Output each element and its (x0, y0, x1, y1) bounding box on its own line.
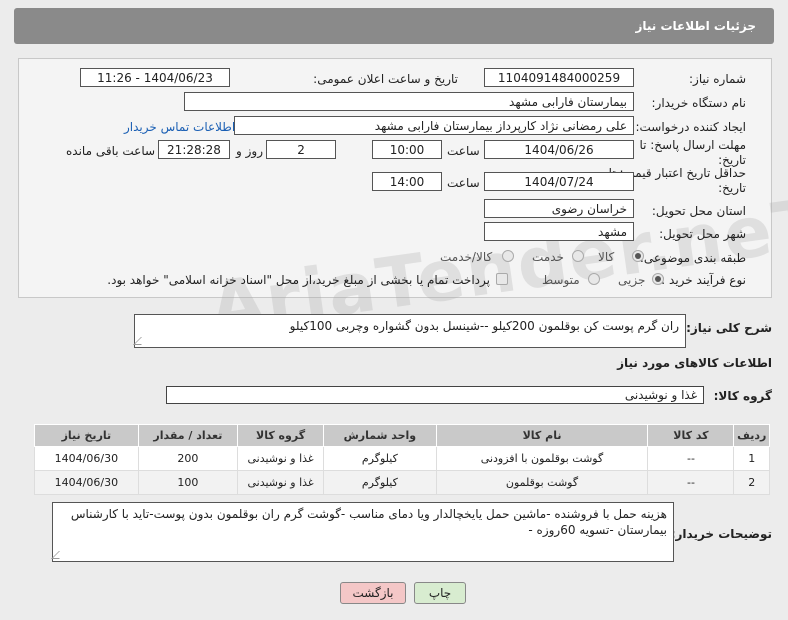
col-header-code: کد کالا (647, 424, 735, 447)
print-button[interactable]: چاپ (414, 582, 466, 604)
page-header: جزئیات اطلاعات نیاز (14, 8, 774, 44)
creator-field[interactable]: علی رمضانی نژاد کارپرداز بیمارستان فاراب… (234, 116, 634, 135)
buyer-org-field[interactable]: بیمارستان فارابی مشهد (184, 92, 634, 111)
cell-name: گوشت بوقلمون (435, 470, 649, 495)
remaining-time-field[interactable]: 21:28:28 (158, 140, 230, 159)
description-textarea[interactable]: ران گرم پوست کن بوقلمون 200کیلو --شینسل … (133, 314, 686, 348)
description-text: ران گرم پوست کن بوقلمون 200کیلو --شینسل … (289, 319, 679, 333)
buyer-org-label: نام دستگاه خریدار: (651, 96, 747, 110)
page-title: جزئیات اطلاعات نیاز (635, 19, 756, 33)
remaining-label: ساعت باقی مانده (66, 144, 156, 158)
col-header-group: گروه کالا (237, 424, 325, 447)
category-option-goods: کالا (598, 250, 615, 264)
province-field[interactable]: خراسان رضوی (484, 199, 634, 218)
resize-grip-icon[interactable] (133, 337, 149, 345)
cell-group: غذا و نوشیدنی (237, 446, 325, 471)
days-field[interactable]: 2 (266, 140, 336, 159)
back-button[interactable]: بازگشت (340, 582, 406, 604)
buyer-notes-text: هزینه حمل با فروشنده -ماشین حمل یایخچالد… (70, 507, 667, 537)
province-label: استان محل تحویل: (651, 204, 746, 218)
payment-note: پرداخت تمام یا بخشی از مبلغ خرید،از محل … (107, 273, 490, 287)
need-number-field[interactable]: 1104091484000259 (484, 68, 634, 87)
process-radio-minor[interactable] (652, 273, 664, 285)
col-header-row-number: ردیف (733, 424, 770, 447)
category-radio-goods[interactable] (632, 250, 644, 262)
category-option-service: خدمت (532, 250, 564, 264)
col-header-qty: تعداد / مقدار (137, 424, 239, 447)
resize-grip-icon[interactable] (51, 551, 67, 559)
need-number-label: شماره نیاز: (689, 72, 746, 86)
cell-code: -- (647, 446, 735, 471)
process-radio-medium[interactable] (588, 273, 600, 285)
category-option-goods-service: کالا/خدمت (440, 250, 493, 264)
process-option-minor: جزیی (618, 273, 646, 287)
buyer-notes-label: توضیحات خریدار: (670, 527, 772, 541)
description-label: شرح کلی نیاز: (686, 321, 772, 335)
announce-label: تاریخ و ساعت اعلان عمومی: (313, 72, 458, 86)
cell-code: -- (647, 470, 735, 495)
table-row[interactable]: 2 -- گوشت بوقلمون کیلوگرم غذا و نوشیدنی … (34, 470, 770, 495)
col-header-name: نام کالا (435, 424, 649, 447)
cell-date: 1404/06/30 (34, 446, 139, 471)
process-option-medium: متوسط (542, 273, 580, 287)
items-table: ردیف کد کالا نام کالا واحد شمارش گروه کا… (34, 424, 770, 495)
group-label: گروه کالا: (713, 389, 772, 403)
category-radio-service[interactable] (572, 250, 584, 262)
city-label: شهر محل تحویل: (659, 227, 746, 241)
cell-name: گوشت بوقلمون با افزودنی (435, 446, 649, 471)
category-radio-goods-service[interactable] (502, 250, 514, 262)
creator-label: ایجاد کننده درخواست: (635, 120, 746, 134)
days-and-label: روز و (236, 144, 263, 158)
group-field[interactable]: غذا و نوشیدنی (166, 386, 704, 404)
cell-date: 1404/06/30 (34, 470, 139, 495)
cell-group: غذا و نوشیدنی (237, 470, 325, 495)
col-header-unit: واحد شمارش (323, 424, 437, 447)
price-time-field[interactable]: 14:00 (372, 172, 442, 191)
cell-qty: 200 (137, 446, 239, 471)
price-time-label: ساعت (447, 176, 480, 190)
payment-checkbox[interactable] (496, 273, 508, 285)
announce-field[interactable]: 1404/06/23 - 11:26 (80, 68, 230, 87)
price-date-field[interactable]: 1404/07/24 (484, 172, 634, 191)
col-header-date: تاریخ نیاز (34, 424, 139, 447)
cell-qty: 100 (137, 470, 239, 495)
cell-unit: کیلوگرم (323, 470, 437, 495)
process-label: نوع فرآیند خرید : (661, 273, 746, 287)
reply-deadline-label: مهلت ارسال پاسخ: تا تاریخ: (639, 138, 746, 167)
buyer-notes-textarea[interactable]: هزینه حمل با فروشنده -ماشین حمل یایخچالد… (51, 502, 674, 562)
contact-info-link[interactable]: اطلاعات تماس خریدار (124, 120, 235, 134)
city-field[interactable]: مشهد (484, 222, 634, 241)
items-table-wrapper: ردیف کد کالا نام کالا واحد شمارش گروه کا… (34, 424, 770, 495)
table-header-row: ردیف کد کالا نام کالا واحد شمارش گروه کا… (34, 424, 770, 447)
reply-time-field[interactable]: 10:00 (372, 140, 442, 159)
table-row[interactable]: 1 -- گوشت بوقلمون با افزودنی کیلوگرم غذا… (34, 446, 770, 471)
cell-row-number: 2 (733, 470, 770, 495)
cell-unit: کیلوگرم (323, 446, 437, 471)
reply-time-label: ساعت (447, 144, 480, 158)
items-section-title: اطلاعات کالاهای مورد نیاز (617, 356, 772, 370)
cell-row-number: 1 (733, 446, 770, 471)
reply-date-field[interactable]: 1404/06/26 (484, 140, 634, 159)
category-label: طبقه بندی موضوعی: (639, 251, 746, 265)
